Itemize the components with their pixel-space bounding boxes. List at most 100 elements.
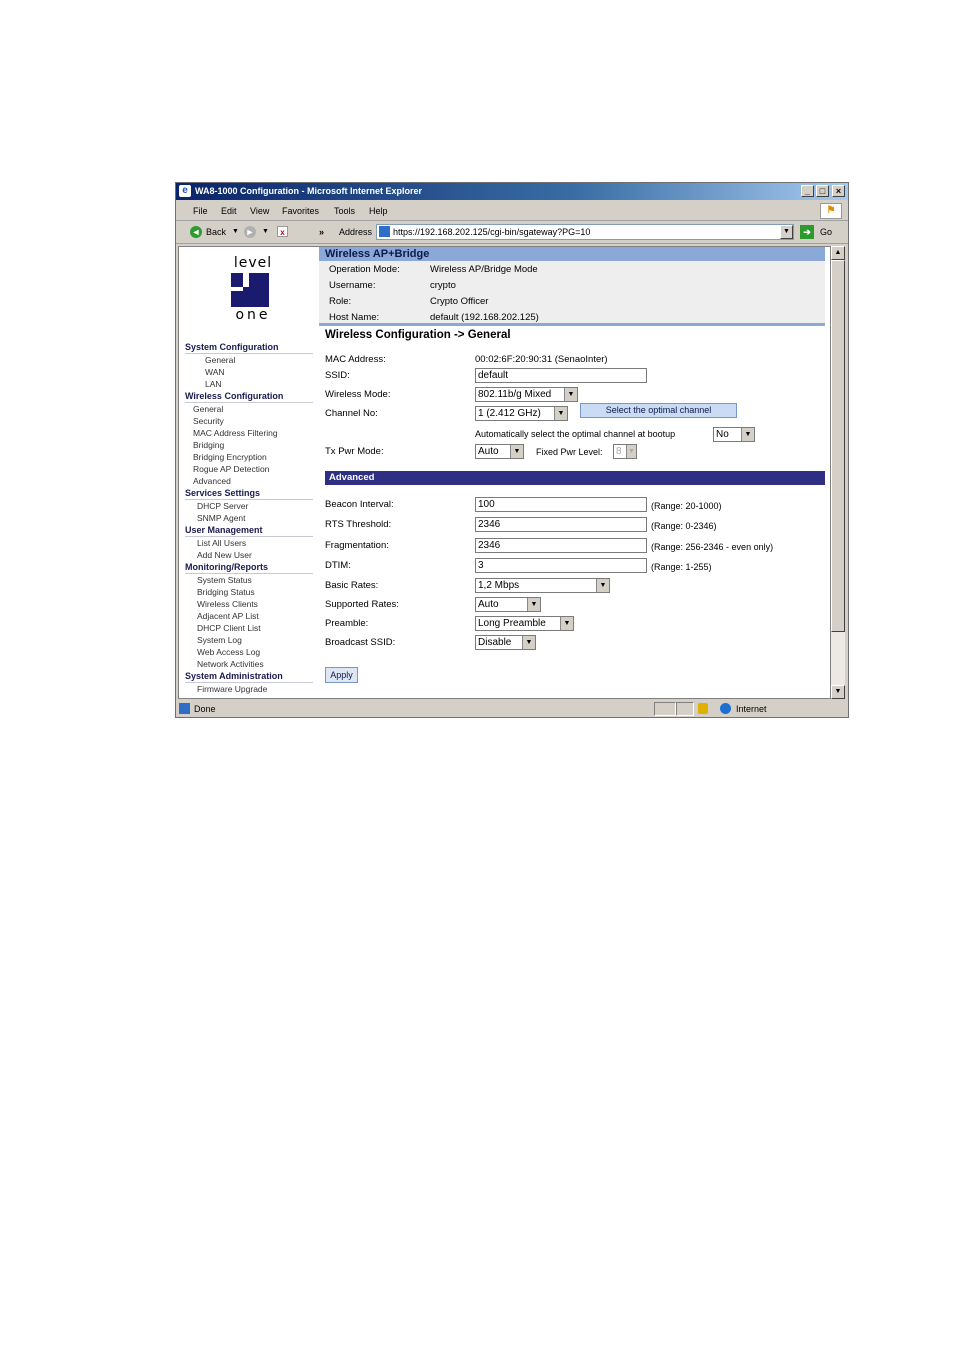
stop-icon[interactable]: x [277, 226, 288, 237]
sidebar-item[interactable]: Advanced [185, 475, 313, 487]
toolbar-chevron[interactable]: » [319, 227, 324, 237]
sidebar-item[interactable]: Bridging Encryption [185, 451, 313, 463]
advanced-header: Advanced [325, 471, 825, 485]
menu-view[interactable]: View [250, 206, 269, 216]
sidebar-item[interactable]: Rogue AP Detection [185, 463, 313, 475]
fragmentation-input[interactable]: 2346 [475, 538, 647, 553]
go-arrow-icon[interactable]: ➔ [800, 225, 814, 239]
dropdown-arrow-icon: ▼ [522, 636, 535, 649]
browser-window: e WA8-1000 Configuration - Microsoft Int… [175, 182, 849, 718]
fixed-pwr-select[interactable]: 8 ▼ [613, 444, 637, 459]
dropdown-arrow-icon: ▼ [560, 617, 573, 630]
dropdown-arrow-icon: ▼ [510, 445, 523, 458]
dropdown-arrow-icon: ▼ [564, 388, 577, 401]
section-title: Wireless Configuration -> General [325, 329, 511, 341]
preamble-select[interactable]: Long Preamble ▼ [475, 616, 574, 631]
sidebar-item[interactable]: Firmware Upgrade [185, 683, 313, 695]
wireless-mode-label: Wireless Mode: [325, 389, 391, 400]
broadcast-ssid-select[interactable]: Disable ▼ [475, 635, 536, 650]
rts-input[interactable]: 2346 [475, 517, 647, 532]
back-dropdown-icon[interactable]: ▼ [232, 228, 239, 235]
username-row: Username: crypto [329, 280, 456, 291]
sidebar-item[interactable]: Bridging [185, 439, 313, 451]
vertical-scrollbar[interactable]: ▲ ▼ [831, 246, 845, 699]
sidebar-item[interactable]: Adjacent AP List [185, 610, 313, 622]
sidebar-item[interactable]: Wireless Clients [185, 598, 313, 610]
beacon-input[interactable]: 100 [475, 497, 647, 512]
sidebar-item[interactable]: System Log [185, 634, 313, 646]
sidebar-item[interactable]: Bridging Status [185, 586, 313, 598]
logo-text-top: level [233, 255, 273, 271]
dtim-range: (Range: 1-255) [651, 562, 712, 572]
menu-help[interactable]: Help [369, 206, 388, 216]
address-dropdown-icon[interactable]: ▼ [780, 225, 793, 239]
main-panel: Wireless AP+Bridge Operation Mode: Wirele… [319, 247, 825, 698]
tx-pwr-select[interactable]: Auto ▼ [475, 444, 524, 459]
fragmentation-label: Fragmentation: [325, 540, 389, 551]
lock-icon [698, 703, 708, 714]
section-divider [319, 323, 825, 326]
back-arrow-icon[interactable]: ◄ [190, 226, 202, 238]
address-url: https://192.168.202.125/cgi-bin/sgateway… [393, 227, 591, 237]
forward-dropdown-icon[interactable]: ▼ [262, 228, 269, 235]
sidebar: level one System Configuration General WAN… [179, 247, 319, 698]
sidebar-item[interactable]: DHCP Client List [185, 622, 313, 634]
beacon-range: (Range: 20-1000) [651, 501, 722, 511]
sidebar-section-title: User Management [185, 524, 313, 537]
page-title: Wireless AP+Bridge [319, 247, 825, 261]
role-row: Role: Crypto Officer [329, 296, 489, 307]
auto-select-select[interactable]: No ▼ [713, 427, 755, 442]
forward-arrow-icon[interactable]: ► [244, 226, 256, 238]
sidebar-item[interactable]: SNMP Agent [185, 512, 313, 524]
sidebar-item[interactable]: System Status [185, 574, 313, 586]
menu-favorites[interactable]: Favorites [282, 206, 319, 216]
address-input[interactable]: https://192.168.202.125/cgi-bin/sgateway… [376, 224, 794, 240]
back-button[interactable]: Back [206, 227, 226, 237]
basic-rates-select[interactable]: 1,2 Mbps ▼ [475, 578, 610, 593]
menu-file[interactable]: File [193, 206, 208, 216]
device-info: Operation Mode: Wireless AP/Bridge Mode U… [319, 261, 825, 323]
sidebar-item[interactable]: List All Users [185, 537, 313, 549]
channel-select[interactable]: 1 (2.412 GHz) ▼ [475, 406, 568, 421]
scroll-down-icon[interactable]: ▼ [831, 685, 845, 699]
menu-tools[interactable]: Tools [334, 206, 355, 216]
ie-icon: e [179, 185, 191, 197]
dropdown-arrow-icon: ▼ [626, 445, 636, 458]
logo-text-bottom: one [235, 307, 271, 323]
sidebar-item[interactable]: Add New User [185, 549, 313, 561]
sidebar-item[interactable]: General [185, 354, 313, 366]
windows-logo-icon: ⚑ [820, 203, 842, 219]
close-button[interactable]: × [832, 185, 845, 197]
internet-zone-icon [720, 703, 731, 714]
mac-label: MAC Address: [325, 354, 386, 365]
sidebar-item[interactable]: General [185, 403, 313, 415]
supported-rates-label: Supported Rates: [325, 599, 399, 610]
scroll-up-icon[interactable]: ▲ [831, 246, 845, 260]
ssid-input[interactable]: default [475, 368, 647, 383]
sidebar-item[interactable]: DHCP Server [185, 500, 313, 512]
menu-edit[interactable]: Edit [221, 206, 237, 216]
supported-rates-select[interactable]: Auto ▼ [475, 597, 541, 612]
dtim-input[interactable]: 3 [475, 558, 647, 573]
beacon-label: Beacon Interval: [325, 499, 394, 510]
sidebar-item[interactable]: Security [185, 415, 313, 427]
basic-rates-label: Basic Rates: [325, 580, 379, 591]
apply-button[interactable]: Apply [325, 667, 358, 683]
go-button[interactable]: Go [820, 227, 832, 237]
wireless-mode-select[interactable]: 802.11b/g Mixed ▼ [475, 387, 578, 402]
page-icon [379, 226, 390, 237]
sidebar-item[interactable]: LAN [185, 378, 313, 390]
sidebar-item[interactable]: WAN [185, 366, 313, 378]
sidebar-item[interactable]: MAC Address Filtering [185, 427, 313, 439]
page-done-icon [179, 703, 190, 714]
sidebar-item[interactable]: Network Activities [185, 658, 313, 670]
maximize-button[interactable]: □ [816, 185, 829, 197]
minimize-button[interactable]: _ [801, 185, 814, 197]
window-title: WA8-1000 Configuration - Microsoft Inter… [195, 186, 423, 196]
dtim-label: DTIM: [325, 560, 351, 571]
sidebar-item[interactable]: Web Access Log [185, 646, 313, 658]
scroll-thumb[interactable] [831, 260, 845, 632]
sidebar-section-title: Services Settings [185, 487, 313, 500]
dropdown-arrow-icon: ▼ [741, 428, 754, 441]
select-optimal-channel-button[interactable]: Select the optimal channel [580, 403, 737, 418]
